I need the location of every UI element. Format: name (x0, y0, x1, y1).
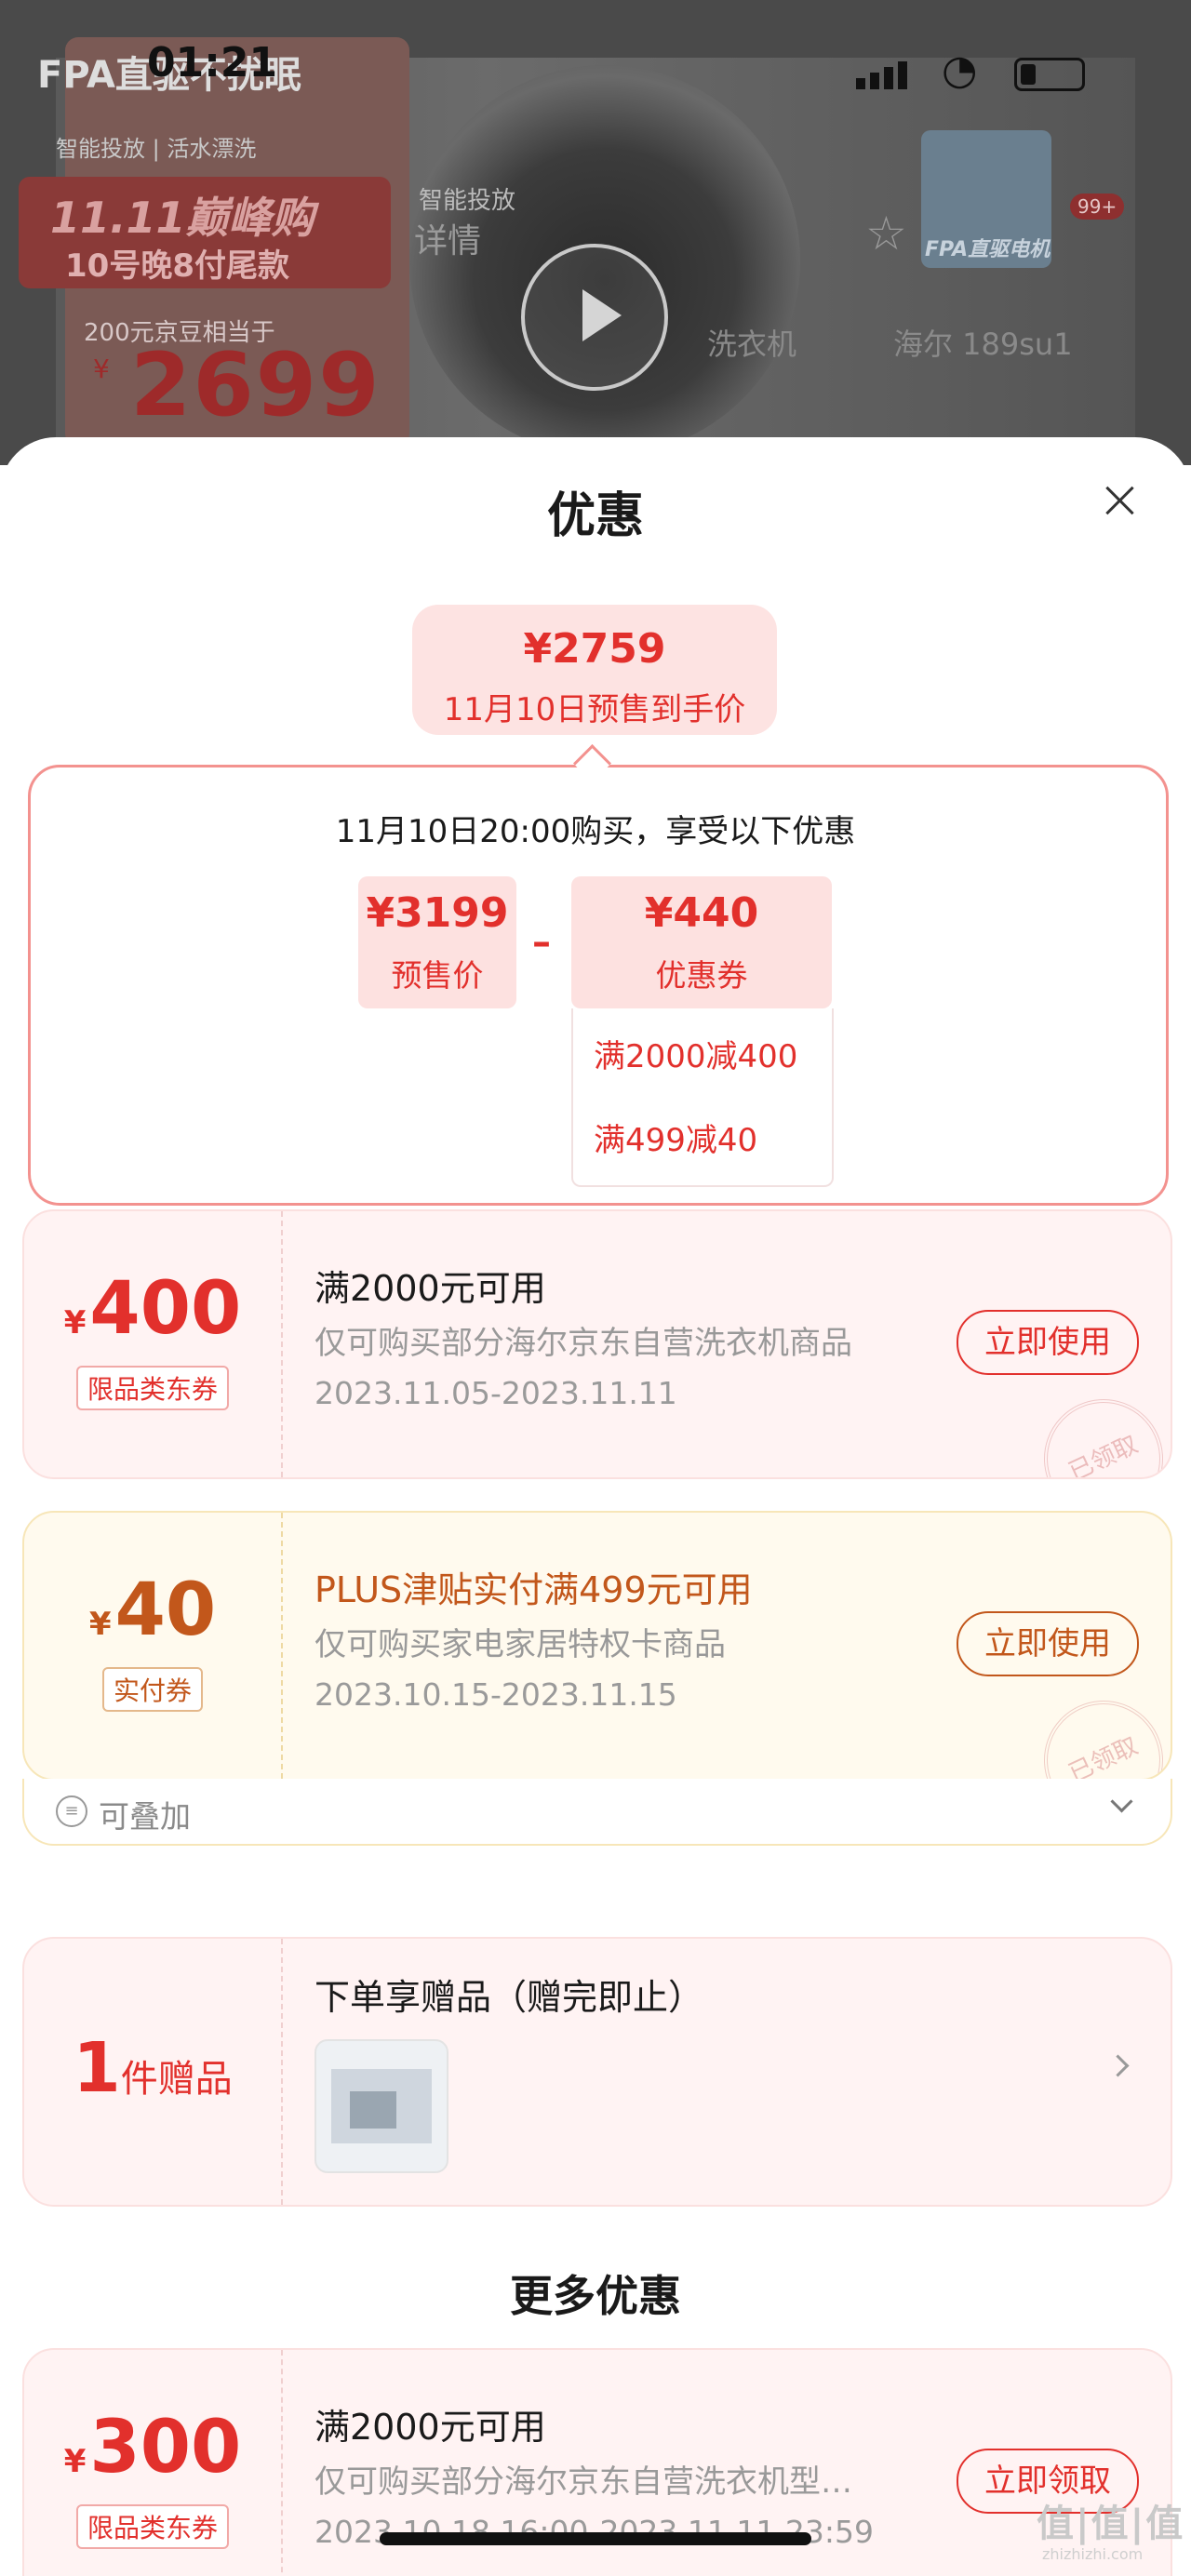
promo-currency: ¥ (93, 354, 110, 384)
coupon-total-chip: ¥440 优惠券 (571, 876, 832, 1008)
promo-price: 2699 (130, 335, 381, 436)
cart-count-badge: 99+ (1070, 194, 1125, 220)
stack-icon: ≡ (56, 1795, 87, 1827)
use-coupon-button[interactable]: 立即使用 (957, 1310, 1139, 1375)
wifi-icon: ◔ (942, 47, 978, 94)
final-price: ¥2759 (523, 625, 666, 673)
use-coupon-button[interactable]: 立即使用 (957, 1611, 1139, 1676)
coupon-card: ¥400 限品类东券 满2000元可用 仅可购买部分海尔京东自营洗衣机商品 20… (22, 1209, 1172, 1479)
video-play-button[interactable] (521, 244, 668, 391)
final-price-pill: ¥2759 11月10日预售到手价 (412, 605, 777, 735)
chevron-right-icon[interactable] (1106, 2054, 1130, 2077)
calc-heading: 11月10日20:00购买，享受以下优惠 (335, 813, 856, 850)
presale-price-chip: ¥3199 预售价 (358, 876, 516, 1008)
stackable-row[interactable]: ≡ 可叠加 (22, 1779, 1172, 1846)
breadcrumb-product[interactable]: 海尔 189su1 (893, 321, 1073, 364)
claimed-stamp: 已领取 (1024, 1680, 1171, 1779)
coupon-value: ¥300 (63, 2406, 242, 2489)
discount-sheet: 优惠 ¥2759 11月10日预售到手价 11月10日20:00购买，享受以下优… (0, 437, 1191, 2576)
star-icon[interactable]: ☆ (865, 207, 907, 260)
more-offers-heading: 更多优惠 (510, 2271, 681, 2321)
promo-line2: 智能投放 | 活水漂洗 (56, 136, 257, 162)
watermark-url: zhizhizhi.com (1042, 2545, 1144, 2563)
coupon-description: 仅可购买家电家居特权卡商品 (314, 1626, 726, 1663)
list-item: 满499减40 (594, 1122, 758, 1159)
watermark-logo: 值|值|值 (1037, 2503, 1185, 2545)
presale-label: 预售价 (391, 957, 484, 994)
gift-title: 下单享赠品（赠完即止） (314, 1977, 704, 2018)
gift-count: 1件赠品 (73, 2028, 233, 2108)
coupon-value: ¥40 (88, 1568, 217, 1652)
coupon-value-area: ¥40 实付券 (24, 1513, 283, 1779)
gift-thumbnail[interactable] (314, 2039, 448, 2173)
minus-sign: – (532, 921, 551, 964)
sheet-title: 优惠 (546, 488, 644, 544)
gift-count-area: 1件赠品 (24, 1939, 283, 2205)
coupon-type-tag: 实付券 (101, 1667, 204, 1712)
coupon-value: ¥400 (63, 1267, 242, 1351)
coupon-type-tag: 限品类东券 (75, 1366, 230, 1410)
final-price-label: 11月10日预售到手价 (443, 691, 746, 728)
coupon-title: PLUS津贴实付满499元可用 (314, 1569, 753, 1610)
status-time: 01:21 (147, 39, 278, 87)
coupon-validity: 2023.10.15-2023.11.15 (314, 1676, 677, 1713)
signal-icon (856, 61, 912, 89)
feature-tag: 智能投放 (419, 187, 516, 215)
gift-card[interactable]: 1件赠品 下单享赠品（赠完即止） (22, 1937, 1172, 2207)
battery-icon (1014, 58, 1085, 91)
tab-detail[interactable]: 详情 (414, 214, 481, 262)
coupon-title: 满2000元可用 (314, 1268, 546, 1309)
coupon-type-tag: 限品类东券 (75, 2504, 230, 2549)
coupon-validity: 2023.11.05-2023.11.11 (314, 1375, 677, 1411)
coupon-breakdown-list: 满2000减400 满499减40 (571, 1008, 834, 1187)
play-icon (582, 289, 622, 341)
coupon-description: 仅可购买部分海尔京东自营洗衣机商品 (314, 1325, 852, 1362)
product-page-background: FPA直驱不扰眠 智能投放 | 活水漂洗 11.11巅峰购 10号晚8付尾款 2… (0, 0, 1191, 465)
presale-amount: ¥3199 (366, 889, 509, 937)
coupon-description: 仅可购买部分海尔京东自营洗衣机型… (314, 2463, 852, 2501)
chevron-down-icon[interactable] (1110, 1790, 1133, 1813)
promo-sale-line1: 11.11巅峰购 (50, 193, 314, 243)
coupon-card: ¥40 实付券 PLUS津贴实付满499元可用 仅可购买家电家居特权卡商品 20… (22, 1511, 1172, 1781)
motor-feature-label: FPA直驱电机 (925, 238, 1050, 261)
list-item: 满2000减400 (594, 1038, 798, 1075)
breadcrumb-category[interactable]: 洗衣机 (707, 321, 796, 364)
claimed-stamp: 已领取 (1024, 1379, 1171, 1477)
coupon-value-area: ¥400 限品类东券 (24, 1211, 283, 1477)
stackable-label: 可叠加 (99, 1798, 191, 1835)
coupon-value-area: ¥300 限品类东券 (24, 2350, 283, 2576)
coupon-title: 满2000元可用 (314, 2407, 546, 2448)
coupon-label: 优惠券 (655, 957, 748, 994)
promo-sale-line2: 10号晚8付尾款 (65, 247, 289, 285)
close-icon[interactable] (1102, 482, 1139, 519)
home-indicator[interactable] (380, 2532, 811, 2545)
coupon-amount: ¥440 (644, 889, 759, 937)
